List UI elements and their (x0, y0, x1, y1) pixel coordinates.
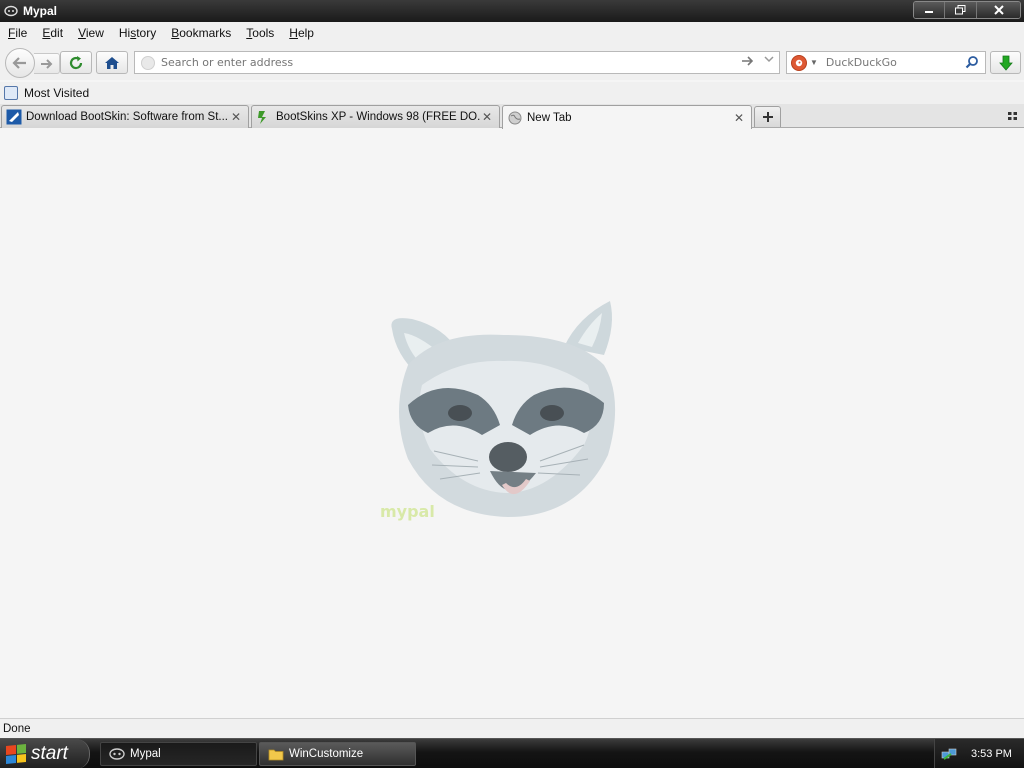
status-bar: Done (0, 718, 1024, 738)
windows-logo-icon (6, 743, 26, 765)
start-label: start (31, 743, 68, 764)
restore-button[interactable] (944, 2, 976, 18)
back-forward-group (5, 48, 61, 78)
start-button[interactable]: start (0, 739, 90, 768)
tab-label: Download BootSkin: Software from St... (26, 111, 228, 123)
windows-taskbar: start Mypal WinCustomize 3:53 PM (0, 738, 1024, 768)
reload-button[interactable] (60, 51, 92, 74)
search-bar[interactable]: ▼ DuckDuckGo (786, 51, 986, 74)
bookmark-folder-icon (4, 86, 18, 100)
grid-icon (1008, 112, 1017, 120)
menu-view[interactable]: View (78, 26, 104, 40)
tab-label: New Tab (527, 111, 572, 124)
back-arrow-icon (12, 57, 26, 69)
home-icon (105, 56, 119, 69)
tab-bootskins-xp[interactable]: BootSkins XP - Windows 98 (FREE DO... ✕ (251, 105, 500, 128)
address-bar[interactable] (134, 51, 780, 74)
task-label: WinCustomize (289, 748, 364, 760)
menu-edit[interactable]: Edit (42, 26, 63, 40)
tab-strip: Download BootSkin: Software from St... ✕… (0, 104, 1024, 129)
minimize-button[interactable] (914, 2, 944, 18)
new-tab-button[interactable] (754, 106, 781, 127)
search-engine-placeholder: DuckDuckGo (825, 56, 897, 69)
tab-close-icon[interactable]: ✕ (480, 110, 494, 124)
history-dropdown-icon[interactable] (764, 55, 774, 66)
site-identity-icon[interactable] (141, 55, 155, 70)
download-arrow-icon (998, 55, 1013, 71)
mypal-app-icon[interactable] (3, 3, 19, 19)
network-icon[interactable] (941, 746, 957, 762)
menu-history[interactable]: History (119, 26, 156, 40)
magnifier-icon[interactable] (965, 55, 979, 72)
window-title: Mypal (23, 4, 58, 18)
title-bar: Mypal (0, 0, 1024, 22)
go-arrow-icon[interactable] (741, 54, 755, 70)
tab-close-icon[interactable]: ✕ (732, 111, 746, 125)
menu-tools[interactable]: Tools (246, 26, 274, 40)
tab-download-bootskin[interactable]: Download BootSkin: Software from St... ✕ (1, 105, 249, 128)
window-controls (913, 1, 1021, 19)
taskbar-item-mypal[interactable]: Mypal (100, 742, 257, 766)
forward-arrow-icon (40, 58, 52, 69)
system-tray: 3:53 PM (934, 739, 1024, 768)
bookmark-most-visited[interactable]: Most Visited (24, 86, 89, 100)
folder-icon (268, 747, 284, 761)
forward-button[interactable] (34, 53, 60, 74)
home-button[interactable] (96, 51, 128, 74)
mypal-logo-text: mypal (380, 502, 435, 521)
downloads-button[interactable] (990, 51, 1021, 74)
address-input[interactable] (161, 56, 721, 69)
menu-help[interactable]: Help (289, 26, 314, 40)
navigation-toolbar: ▼ DuckDuckGo (0, 44, 1024, 80)
taskbar-item-wincustomize[interactable]: WinCustomize (259, 742, 416, 766)
task-label: Mypal (130, 748, 161, 760)
stardock-icon (6, 109, 22, 125)
close-button[interactable] (976, 2, 1020, 18)
globe-icon (507, 110, 523, 126)
reload-icon (69, 55, 83, 69)
menu-bookmarks[interactable]: Bookmarks (171, 26, 231, 40)
menu-bar: File Edit View History Bookmarks Tools H… (0, 22, 1024, 44)
back-button[interactable] (5, 48, 35, 78)
menu-file[interactable]: File (8, 26, 27, 40)
bookmarks-toolbar: Most Visited (0, 82, 1024, 104)
status-text: Done (3, 722, 31, 735)
wincustomize-icon (256, 109, 272, 125)
duckduckgo-icon[interactable] (791, 54, 807, 71)
clock[interactable]: 3:53 PM (971, 748, 1012, 760)
tab-new-tab[interactable]: New Tab ✕ (502, 105, 752, 129)
tab-groups-button[interactable] (1007, 110, 1019, 122)
tab-label: BootSkins XP - Windows 98 (FREE DO... (276, 111, 480, 123)
tab-close-icon[interactable]: ✕ (229, 110, 243, 124)
engine-dropdown-icon[interactable]: ▼ (810, 58, 818, 67)
plus-icon (762, 112, 773, 122)
mypal-icon (109, 747, 125, 761)
mypal-raccoon-logo: mypal (380, 301, 616, 521)
new-tab-page: mypal (0, 129, 1024, 718)
